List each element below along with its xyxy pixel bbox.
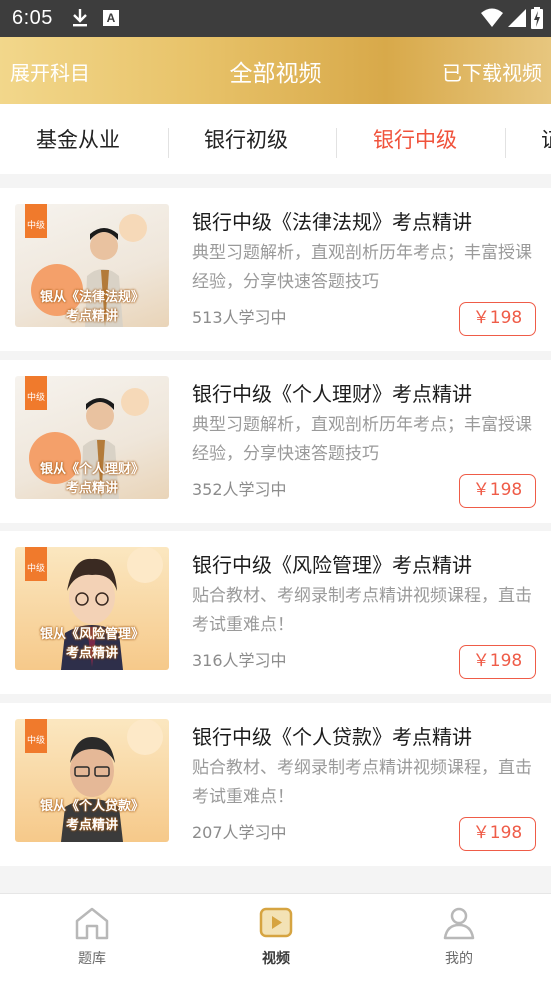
thumbnail-subtitle: 考点精讲 bbox=[65, 309, 118, 324]
tab-label: 视频 bbox=[262, 951, 290, 967]
course-thumbnail: 中级 银从《风险管理》 考点精讲 bbox=[15, 547, 169, 670]
profile-icon bbox=[443, 907, 475, 940]
thumbnail-subtitle: 考点精讲 bbox=[65, 481, 118, 496]
course-thumbnail: 中级 银从《个人理财》 考点精讲 bbox=[15, 376, 169, 499]
app-header: 展开科目 全部视频 已下载视频 bbox=[0, 37, 551, 104]
tab-fund[interactable]: 基金从业 bbox=[36, 124, 120, 154]
course-title: 银行中级《个人理财》考点精讲 bbox=[192, 382, 472, 406]
tab-bank-intermediate[interactable]: 银行中级 bbox=[373, 124, 457, 154]
course-title: 银行中级《法律法规》考点精讲 bbox=[192, 210, 472, 234]
learner-count: 352人学习中 bbox=[192, 480, 287, 499]
tab-question-bank[interactable]: 题库 bbox=[52, 906, 132, 968]
tab-securities[interactable]: 证 bbox=[541, 124, 551, 154]
thumbnail-title: 银从《法律法规》 bbox=[39, 290, 144, 305]
level-badge: 中级 bbox=[25, 719, 47, 753]
course-card[interactable]: 中级 银从《个人贷款》 考点精讲 银行中级《个人贷款》考点精讲 贴合教材、考纲录… bbox=[0, 703, 551, 866]
download-icon bbox=[71, 8, 89, 32]
tab-divider bbox=[505, 128, 506, 158]
price-button[interactable]: ￥198 bbox=[459, 474, 536, 508]
tab-video[interactable]: 视频 bbox=[236, 906, 316, 968]
price-button[interactable]: ￥198 bbox=[459, 645, 536, 679]
thumbnail-subtitle: 考点精讲 bbox=[65, 646, 118, 661]
wifi-icon bbox=[481, 8, 503, 27]
course-card[interactable]: 中级 银从《个人理财》 考点精讲 银行中级《个人理财》考点精讲 典型习题解析，直… bbox=[0, 360, 551, 523]
level-badge: 中级 bbox=[25, 204, 47, 238]
learner-count: 513人学习中 bbox=[192, 308, 287, 327]
course-description: 贴合教材、考纲录制考点精讲视频课程，直击考试重难点！ bbox=[192, 586, 532, 635]
tab-divider bbox=[168, 128, 169, 158]
video-icon bbox=[259, 907, 293, 938]
thumbnail-title: 银从《个人理财》 bbox=[39, 462, 144, 477]
tab-label: 我的 bbox=[445, 951, 473, 967]
question-bank-icon bbox=[75, 907, 109, 940]
course-thumbnail: 中级 银从《个人贷款》 考点精讲 bbox=[15, 719, 169, 842]
thumbnail-title: 银从《个人贷款》 bbox=[39, 799, 144, 814]
thumbnail-title: 银从《风险管理》 bbox=[39, 627, 144, 642]
tab-profile[interactable]: 我的 bbox=[419, 906, 499, 968]
system-icons bbox=[481, 7, 543, 29]
course-description: 典型习题解析，直观剖析历年考点；丰富授课经验，分享快速答题技巧 bbox=[192, 415, 532, 464]
price-button[interactable]: ￥198 bbox=[459, 817, 536, 851]
course-title: 银行中级《个人贷款》考点精讲 bbox=[192, 725, 472, 749]
status-bar: 6:05 A bbox=[0, 0, 551, 37]
course-thumbnail: 中级 银从《法律法规》 考点精讲 bbox=[15, 204, 169, 327]
thumbnail-subtitle: 考点精讲 bbox=[65, 818, 118, 833]
course-card[interactable]: 中级 银从《风险管理》 考点精讲 银行中级《风险管理》考点精讲 贴合教材、考纲录… bbox=[0, 531, 551, 694]
downloaded-videos-button[interactable]: 已下载视频 bbox=[442, 57, 542, 86]
learner-count: 316人学习中 bbox=[192, 651, 287, 670]
price-button[interactable]: ￥198 bbox=[459, 302, 536, 336]
learner-count: 207人学习中 bbox=[192, 823, 287, 842]
course-description: 贴合教材、考纲录制考点精讲视频课程，直击考试重难点！ bbox=[192, 758, 532, 807]
battery-icon bbox=[531, 7, 543, 29]
tab-divider bbox=[336, 128, 337, 158]
tab-bank-junior[interactable]: 银行初级 bbox=[204, 124, 288, 154]
course-description: 典型习题解析，直观剖析历年考点；丰富授课经验，分享快速答题技巧 bbox=[192, 243, 532, 292]
category-tabs: 基金从业 银行初级 银行中级 证 bbox=[0, 104, 551, 174]
level-badge: 中级 bbox=[25, 547, 47, 581]
course-title: 银行中级《风险管理》考点精讲 bbox=[192, 553, 472, 577]
course-card[interactable]: 中级 银从《法律法规》 考点精讲 银行中级《法律法规》考点精讲 典型习题解析，直… bbox=[0, 188, 551, 351]
tab-label: 题库 bbox=[78, 951, 106, 967]
status-time: 6:05 bbox=[12, 7, 53, 29]
level-badge: 中级 bbox=[25, 376, 47, 410]
bottom-tab-bar: 题库 视频 我的 bbox=[0, 893, 551, 981]
signal-icon bbox=[508, 9, 526, 27]
notification-icon: A bbox=[103, 10, 119, 26]
